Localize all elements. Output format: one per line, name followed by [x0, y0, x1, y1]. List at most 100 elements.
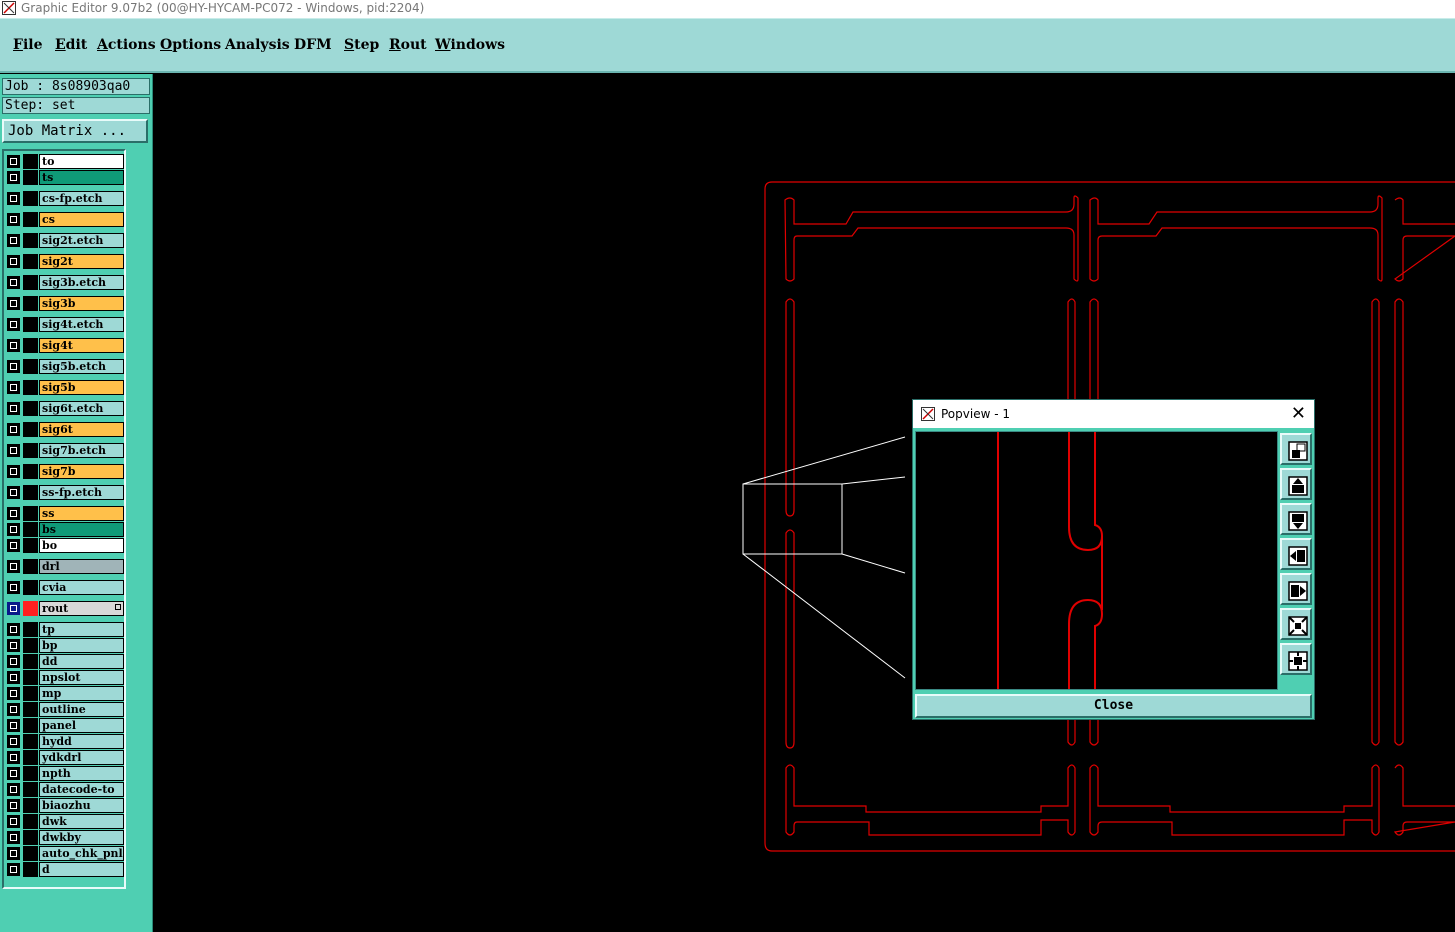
- layer-checkbox[interactable]: [7, 255, 20, 268]
- layer-color-swatch[interactable]: [23, 782, 38, 797]
- layer-row-bp[interactable]: bp: [6, 638, 124, 653]
- layer-checkbox[interactable]: [7, 783, 20, 796]
- layer-checkbox[interactable]: [7, 671, 20, 684]
- layer-color-swatch[interactable]: [23, 601, 38, 616]
- layer-row-sig4t.etch[interactable]: sig4t.etch: [6, 317, 124, 332]
- layer-row-cvia[interactable]: cvia: [6, 580, 124, 595]
- layer-row-bs[interactable]: bs: [6, 522, 124, 537]
- layer-checkbox[interactable]: [7, 767, 20, 780]
- layer-name[interactable]: sig2t: [39, 254, 124, 269]
- layer-checkbox[interactable]: [7, 507, 20, 520]
- layer-row-sig2t.etch[interactable]: sig2t.etch: [6, 233, 124, 248]
- layer-row-sig6t[interactable]: sig6t: [6, 422, 124, 437]
- job-matrix-button[interactable]: Job Matrix ...: [2, 119, 148, 143]
- layer-name[interactable]: outline: [39, 702, 124, 717]
- menu-edit[interactable]: Edit: [55, 37, 87, 53]
- layer-color-swatch[interactable]: [23, 830, 38, 845]
- layer-row-ss[interactable]: ss: [6, 506, 124, 521]
- layer-name[interactable]: sig4t.etch: [39, 317, 124, 332]
- layer-row-ss-fp.etch[interactable]: ss-fp.etch: [6, 485, 124, 500]
- layer-checkbox[interactable]: [7, 155, 20, 168]
- layer-name[interactable]: panel: [39, 718, 124, 733]
- layer-name[interactable]: cs-fp.etch: [39, 191, 124, 206]
- layer-name[interactable]: dd: [39, 654, 124, 669]
- layer-checkbox[interactable]: [7, 486, 20, 499]
- layer-row-drl[interactable]: drl: [6, 559, 124, 574]
- layer-checkbox[interactable]: [7, 381, 20, 394]
- layer-row-sig7b[interactable]: sig7b: [6, 464, 124, 479]
- layer-color-swatch[interactable]: [23, 443, 38, 458]
- layer-checkbox[interactable]: [7, 847, 20, 860]
- layer-name[interactable]: sig4t: [39, 338, 124, 353]
- pan-up-button[interactable]: [1280, 468, 1312, 500]
- menu-actions[interactable]: Actions: [97, 37, 156, 53]
- layer-color-swatch[interactable]: [23, 317, 38, 332]
- layer-checkbox[interactable]: [7, 581, 20, 594]
- layer-name[interactable]: bp: [39, 638, 124, 653]
- layer-name[interactable]: tp: [39, 622, 124, 637]
- layer-checkbox[interactable]: [7, 751, 20, 764]
- layer-row-biaozhu[interactable]: biaozhu: [6, 798, 124, 813]
- layer-color-swatch[interactable]: [23, 464, 38, 479]
- layer-color-swatch[interactable]: [23, 638, 38, 653]
- layer-checkbox[interactable]: [7, 815, 20, 828]
- layer-checkbox[interactable]: [7, 360, 20, 373]
- layer-name[interactable]: sig7b: [39, 464, 124, 479]
- layer-color-swatch[interactable]: [23, 559, 38, 574]
- menu-dfm[interactable]: DFM: [294, 37, 332, 53]
- layer-name[interactable]: hydd: [39, 734, 124, 749]
- layer-row-sig2t[interactable]: sig2t: [6, 254, 124, 269]
- layer-color-swatch[interactable]: [23, 686, 38, 701]
- layer-checkbox[interactable]: [7, 799, 20, 812]
- pan-right-button[interactable]: [1280, 573, 1312, 605]
- layer-checkbox[interactable]: [7, 639, 20, 652]
- layer-color-swatch[interactable]: [23, 670, 38, 685]
- layer-row-bo[interactable]: bo: [6, 538, 124, 553]
- layer-checkbox[interactable]: [7, 318, 20, 331]
- zoom-window-button[interactable]: [1280, 433, 1312, 465]
- layer-color-swatch[interactable]: [23, 170, 38, 185]
- menu-windows[interactable]: Windows: [435, 37, 505, 53]
- layer-row-ydkdrl[interactable]: ydkdrl: [6, 750, 124, 765]
- layer-checkbox[interactable]: [7, 703, 20, 716]
- layer-name[interactable]: sig3b.etch: [39, 275, 124, 290]
- layer-checkbox[interactable]: [7, 735, 20, 748]
- layer-name[interactable]: dwk: [39, 814, 124, 829]
- layer-row-sig3b[interactable]: sig3b: [6, 296, 124, 311]
- layer-checkbox[interactable]: [7, 560, 20, 573]
- layer-name[interactable]: sig6t: [39, 422, 124, 437]
- pan-left-button[interactable]: [1280, 538, 1312, 570]
- layer-checkbox[interactable]: [7, 863, 20, 876]
- layer-name[interactable]: sig6t.etch: [39, 401, 124, 416]
- layer-color-swatch[interactable]: [23, 654, 38, 669]
- layer-color-swatch[interactable]: [23, 846, 38, 861]
- layer-row-sig4t[interactable]: sig4t: [6, 338, 124, 353]
- layer-row-ts[interactable]: ts: [6, 170, 124, 185]
- popview-canvas[interactable]: [915, 431, 1278, 690]
- layer-row-dwk[interactable]: dwk: [6, 814, 124, 829]
- layer-name[interactable]: auto_chk_pnl: [39, 846, 124, 861]
- layer-checkbox[interactable]: [7, 171, 20, 184]
- layer-name[interactable]: sig7b.etch: [39, 443, 124, 458]
- layer-row-sig6t.etch[interactable]: sig6t.etch: [6, 401, 124, 416]
- layer-name[interactable]: drl: [39, 559, 124, 574]
- layer-row-sig3b.etch[interactable]: sig3b.etch: [6, 275, 124, 290]
- menu-rout[interactable]: Rout: [389, 37, 427, 53]
- layer-color-swatch[interactable]: [23, 622, 38, 637]
- layer-color-swatch[interactable]: [23, 766, 38, 781]
- layer-row-to[interactable]: to: [6, 154, 124, 169]
- layer-row-npslot[interactable]: npslot: [6, 670, 124, 685]
- layer-name[interactable]: sig5b: [39, 380, 124, 395]
- pan-down-button[interactable]: [1280, 503, 1312, 535]
- layer-checkbox[interactable]: [7, 539, 20, 552]
- layer-color-swatch[interactable]: [23, 212, 38, 227]
- layer-row-outline[interactable]: outline: [6, 702, 124, 717]
- layer-row-sig7b.etch[interactable]: sig7b.etch: [6, 443, 124, 458]
- layer-row-cs[interactable]: cs: [6, 212, 124, 227]
- layer-name[interactable]: ydkdrl: [39, 750, 124, 765]
- layer-name[interactable]: ss: [39, 506, 124, 521]
- layer-color-swatch[interactable]: [23, 702, 38, 717]
- layer-row-sig5b[interactable]: sig5b: [6, 380, 124, 395]
- layer-name[interactable]: cvia: [39, 580, 124, 595]
- layer-checkbox[interactable]: [7, 402, 20, 415]
